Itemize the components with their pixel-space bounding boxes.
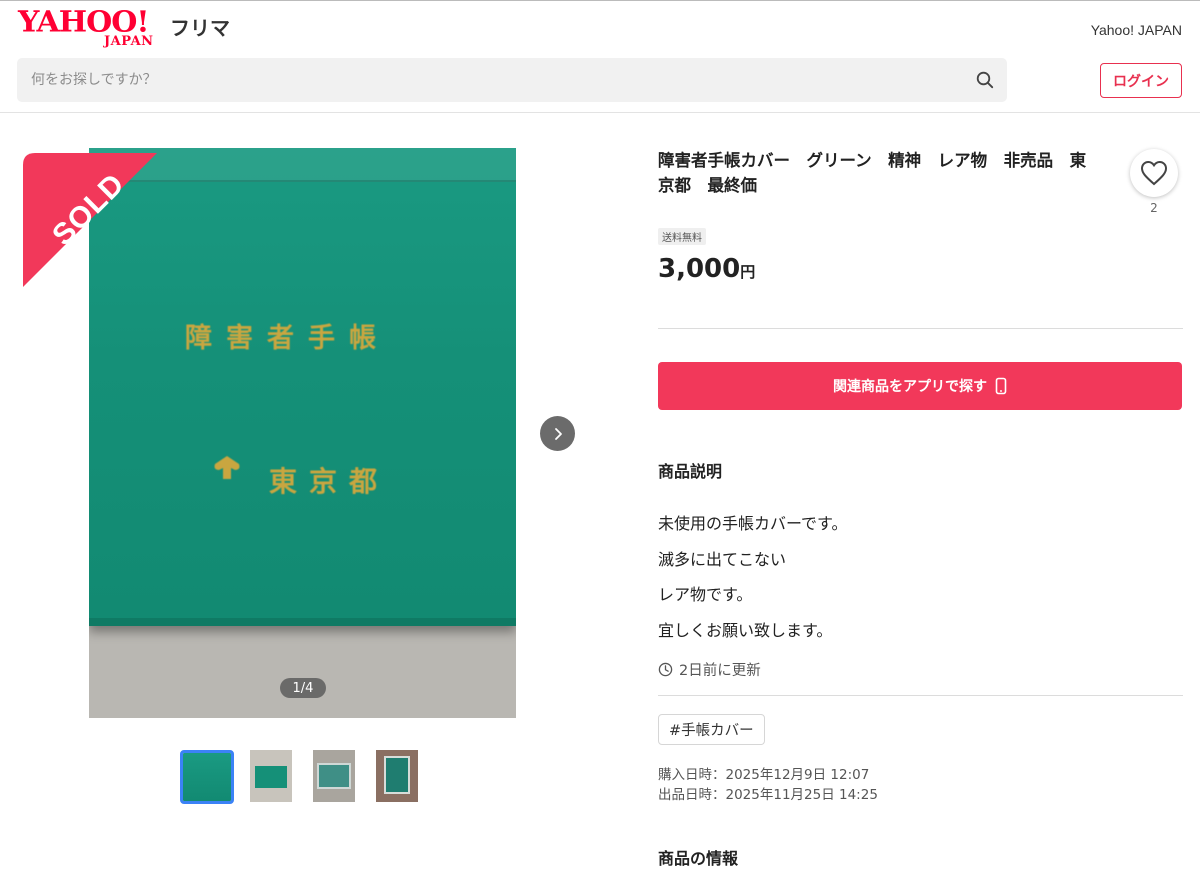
find-in-app-button[interactable]: 関連商品をアプリで探す xyxy=(658,362,1182,410)
logo-japan-text: JAPAN xyxy=(104,34,154,49)
item-title: 障害者手帳カバー グリーン 精神 レア物 非売品 東京都 最終価 xyxy=(658,151,1087,195)
item-price: 3,000円 xyxy=(658,254,755,284)
heart-icon xyxy=(1140,160,1168,186)
description-line: 滅多に出てこない xyxy=(658,549,787,569)
thumbnail-2[interactable] xyxy=(250,750,292,802)
description-line: レア物です。 xyxy=(658,585,753,604)
updated-info: 2日前に更新 xyxy=(658,659,761,680)
login-button[interactable]: ログイン xyxy=(1100,63,1182,98)
thumbnail-4[interactable] xyxy=(376,750,418,802)
yahoo-furima-logo[interactable]: YAHOO! JAPAN フリマ xyxy=(18,6,248,50)
next-image-button[interactable] xyxy=(540,416,575,451)
free-shipping-badge: 送料無料 xyxy=(658,228,706,245)
description-line: 宜しくお願い致します。 xyxy=(658,620,833,640)
divider xyxy=(658,328,1183,329)
thumbnail-3[interactable] xyxy=(313,750,355,802)
favorite-count: 2 xyxy=(1150,201,1158,215)
yahoo-japan-link[interactable]: Yahoo! JAPAN xyxy=(1091,22,1182,38)
cover-city-text: 東京都 xyxy=(269,465,390,498)
clock-icon xyxy=(658,662,673,677)
description-line: 未使用の手帳カバーです。 xyxy=(658,514,848,533)
description-heading: 商品説明 xyxy=(658,462,723,481)
logo-service-text: フリマ xyxy=(170,16,230,40)
chevron-right-icon xyxy=(554,427,562,440)
cover-title-text: 障害者手帳 xyxy=(185,323,390,354)
smartphone-icon xyxy=(995,377,1007,395)
divider xyxy=(658,695,1183,696)
purchase-date: 購入日時：2025年12月9日 12:07 xyxy=(658,767,870,783)
sold-badge: SOLD xyxy=(23,153,157,287)
item-description: 未使用の手帳カバーです。 滅多に出てこない レア物です。 宜しくお願い致します。 xyxy=(658,506,847,648)
item-info-heading: 商品の情報 xyxy=(658,849,739,868)
site-header: YAHOO! JAPAN フリマ Yahoo! JAPAN ログイン xyxy=(0,0,1200,113)
search-bar xyxy=(17,58,1007,102)
hashtag-chip[interactable]: #手帳カバー xyxy=(658,714,765,745)
updated-text: 2日前に更新 xyxy=(679,663,761,679)
transaction-dates: 購入日時：2025年12月9日 12:07 出品日時：2025年11月25日 1… xyxy=(658,765,878,805)
listing-date: 出品日時：2025年11月25日 14:25 xyxy=(658,787,878,803)
search-input[interactable] xyxy=(17,58,975,102)
price-unit: 円 xyxy=(740,263,756,281)
favorite-button[interactable] xyxy=(1130,149,1178,197)
image-counter: 1/4 xyxy=(280,678,326,698)
price-value: 3,000 xyxy=(658,254,741,284)
search-icon[interactable] xyxy=(975,70,995,90)
thumbnail-1[interactable] xyxy=(180,750,234,804)
thumbnail-strip xyxy=(180,750,440,806)
find-in-app-label: 関連商品をアプリで探す xyxy=(833,379,987,395)
tokyo-emblem-icon xyxy=(214,456,240,479)
